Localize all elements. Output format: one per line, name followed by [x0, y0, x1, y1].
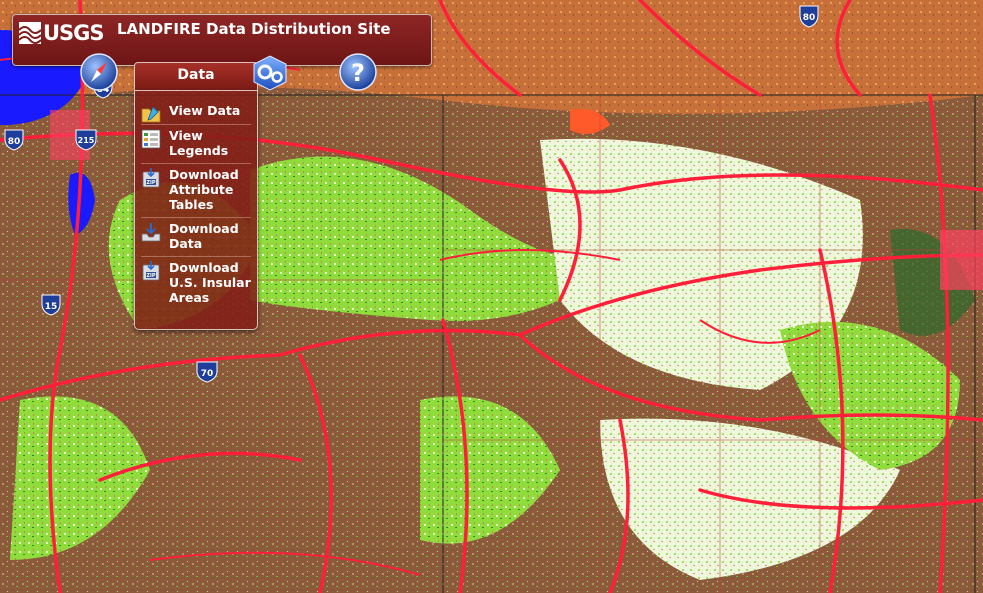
menu-separator: [141, 124, 251, 125]
menu-item-view-legends[interactable]: View Legends: [141, 128, 251, 158]
menu-item-view-data[interactable]: View Data: [141, 103, 251, 124]
shield-number: 80: [8, 137, 21, 147]
menu-item-download-attribute-tables[interactable]: ZIP Download Attribute Tables: [141, 167, 251, 212]
data-dropdown-menu: View Data View Legends ZIP Download Attr…: [134, 90, 258, 330]
zip-download-icon: ZIP: [142, 168, 160, 188]
help-button[interactable]: ?: [338, 52, 378, 92]
help-icon: ?: [339, 53, 377, 91]
menu-separator: [141, 163, 251, 164]
shield-number: 80: [803, 13, 816, 23]
tray-download-icon: [141, 223, 161, 242]
menu-separator: [141, 256, 251, 257]
tools-button[interactable]: [250, 54, 290, 92]
svg-text:ZIP: ZIP: [146, 180, 155, 186]
folder-edit-icon: [141, 106, 161, 123]
navigation-button[interactable]: [79, 52, 119, 92]
usgs-wave-icon: [19, 22, 41, 44]
menu-item-label: View Legends: [169, 128, 229, 158]
menu-item-label: View Data: [169, 103, 241, 118]
shield-number: 215: [78, 136, 95, 145]
site-title: LANDFIRE Data Distribution Site: [117, 20, 391, 38]
menu-item-label: Download U.S. Insular Areas: [169, 260, 251, 305]
usgs-logo-text: USGS: [43, 21, 105, 45]
legend-table-icon: [141, 129, 161, 149]
menu-item-download-insular-areas[interactable]: ZIP Download U.S. Insular Areas: [141, 260, 251, 305]
shield-number: 70: [201, 369, 214, 379]
usgs-logo[interactable]: USGS: [19, 19, 105, 47]
menu-item-download-data[interactable]: Download Data: [141, 221, 251, 251]
svg-text:ZIP: ZIP: [146, 273, 155, 279]
svg-text:?: ?: [351, 59, 365, 87]
compass-icon: [80, 53, 118, 91]
menu-item-label: Download Attribute Tables: [169, 167, 239, 212]
zip-download-icon: ZIP: [142, 261, 160, 281]
data-tab[interactable]: Data: [134, 62, 258, 91]
gears-icon: [253, 55, 287, 91]
menu-separator: [141, 217, 251, 218]
menu-item-label: Download Data: [169, 221, 239, 251]
shield-number: 15: [45, 302, 58, 312]
